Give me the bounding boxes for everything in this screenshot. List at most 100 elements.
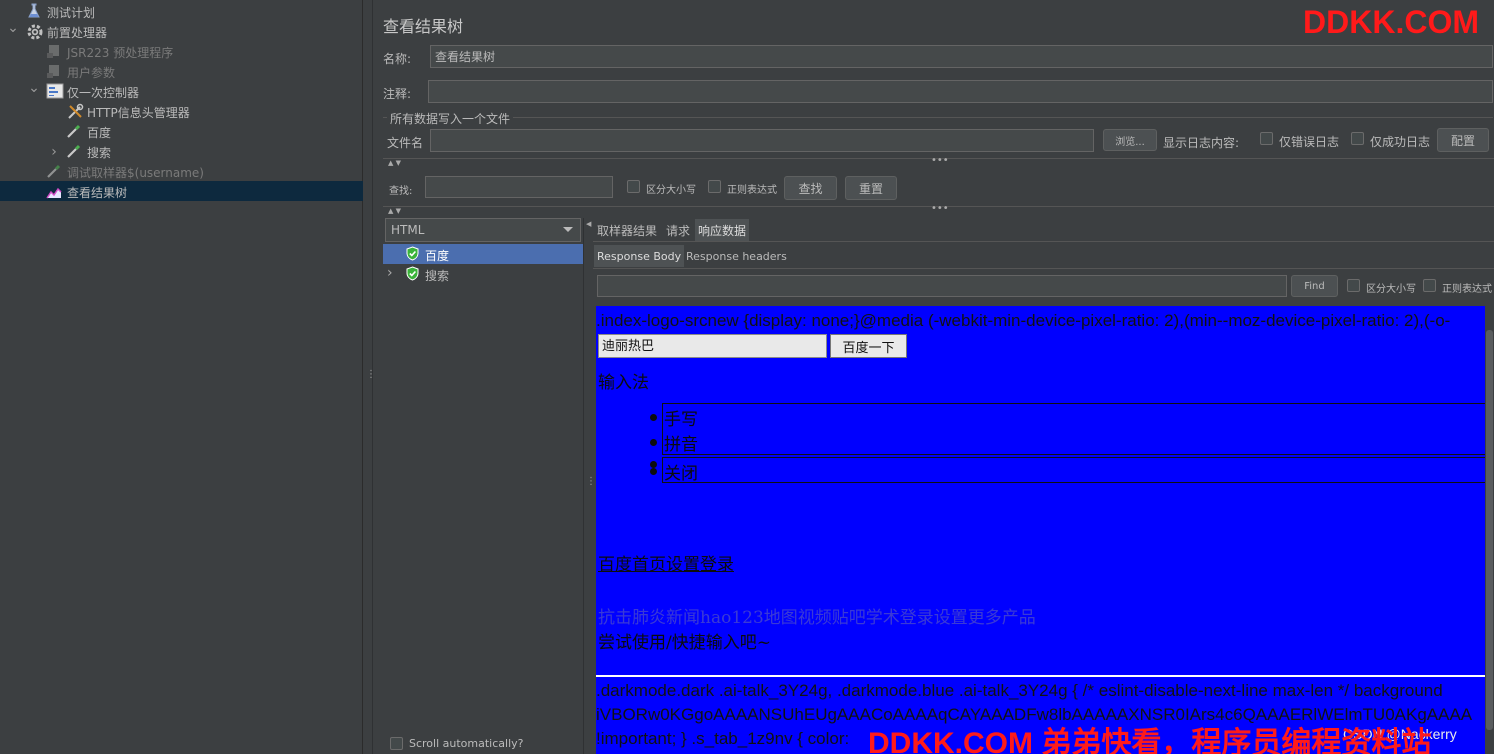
- collapse-arrows-icon[interactable]: ▲ ▼: [388, 207, 401, 215]
- response-regex-checkbox[interactable]: [1423, 279, 1436, 292]
- detail-tabs-divider: [593, 241, 1494, 242]
- main-splitter[interactable]: ⋮: [364, 0, 376, 754]
- panel-title: 查看结果树: [383, 17, 464, 36]
- pipette-icon: [46, 163, 64, 181]
- detail-tab[interactable]: 响应数据: [695, 219, 750, 241]
- search-case-checkbox[interactable]: [627, 180, 640, 193]
- sample-result-item[interactable]: › 搜索: [383, 264, 583, 284]
- tree-node[interactable]: 仅一次控制器: [46, 82, 139, 102]
- search-input[interactable]: [425, 176, 613, 198]
- tree-node-label: HTTP信息头管理器: [87, 105, 190, 120]
- watermark-top: DDKK.COM: [1303, 4, 1479, 40]
- tree-node[interactable]: 用户参数: [46, 62, 115, 82]
- name-input[interactable]: [430, 45, 1493, 68]
- baidu-search-button[interactable]: 百度一下: [830, 334, 907, 358]
- sample-result-item[interactable]: 百度: [383, 244, 583, 264]
- tree-node[interactable]: JSR223 预处理程序: [46, 42, 173, 62]
- script-icon: [46, 43, 64, 61]
- tree-node[interactable]: 测试计划: [26, 2, 95, 22]
- tree-node[interactable]: HTTP信息头管理器: [66, 102, 190, 122]
- detail-tab[interactable]: 请求: [663, 219, 693, 241]
- hint-text: 尝试使用/快捷输入吧~: [598, 633, 771, 653]
- baidu-search-button-label: 百度一下: [842, 339, 895, 355]
- ime-label: 输入法: [598, 373, 649, 393]
- controller-icon: [46, 83, 64, 101]
- search-regex-checkbox[interactable]: [708, 180, 721, 193]
- file-input[interactable]: [430, 129, 1094, 152]
- name-label: 名称:: [383, 52, 412, 66]
- response-case-label: 区分大小写: [1366, 284, 1416, 295]
- response-case-checkbox[interactable]: [1347, 279, 1360, 292]
- errors-only-checkbox[interactable]: [1260, 132, 1273, 145]
- tree-node[interactable]: 查看结果树: [46, 182, 127, 202]
- sample-result-label: 百度: [425, 249, 450, 263]
- scroll-auto-checkbox[interactable]: [390, 737, 403, 750]
- watermark-bottom: DDKK.COM 弟弟快看，程序员编程资料站: [868, 727, 1432, 754]
- ime-bullet: [650, 468, 657, 475]
- tree-node[interactable]: 搜索: [66, 142, 111, 162]
- response-scrollbar-thumb[interactable]: [1486, 330, 1493, 730]
- errors-only-label: 仅错误日志: [1279, 135, 1340, 149]
- search-case-label: 区分大小写: [646, 185, 696, 196]
- ime-option[interactable]: 关闭: [664, 459, 698, 484]
- success-only-checkbox[interactable]: [1351, 132, 1364, 145]
- tree-collapse-chevron-icon[interactable]: ⌄: [7, 20, 19, 36]
- splitter-middle[interactable]: ▲ ▼ •••: [383, 203, 1494, 216]
- renderer-select-value: HTML: [391, 223, 425, 237]
- ime-bullet: [650, 461, 657, 468]
- pipette-icon: [66, 143, 84, 161]
- success-shield-icon: [405, 246, 420, 261]
- comment-label: 注释:: [383, 87, 412, 101]
- script-icon: [46, 63, 64, 81]
- tree-collapse-chevron-icon[interactable]: ⌄: [28, 80, 40, 96]
- tree-node[interactable]: 百度: [66, 122, 111, 142]
- scroll-auto-label: Scroll automatically?: [409, 737, 524, 750]
- response-html-view: .index-logo-srcnew {display: none;}@medi…: [596, 306, 1485, 754]
- detail-tab[interactable]: 取样器结果: [594, 219, 660, 241]
- sample-result-label: 搜索: [425, 269, 450, 283]
- css-text-line: !important; } .s_tab_1z9nv { color:: [596, 729, 850, 748]
- log-content-label: 显示日志内容:: [1163, 136, 1240, 150]
- results-splitter-arrow: ◀: [586, 220, 592, 228]
- renderer-select[interactable]: HTML: [385, 218, 581, 242]
- response-subtab[interactable]: Response Body: [594, 245, 685, 267]
- horizontal-rule: [596, 675, 1485, 677]
- results-splitter[interactable]: ◀ ⋮: [583, 218, 596, 754]
- response-find-input[interactable]: [597, 275, 1287, 297]
- response-find-button[interactable]: Find: [1291, 275, 1338, 297]
- tree-expand-chevron-icon[interactable]: ›: [387, 265, 393, 281]
- file-label: 文件名: [387, 136, 424, 150]
- file-group-border: [383, 117, 1493, 118]
- search-regex-label: 正则表达式: [727, 185, 777, 196]
- tools-icon: [66, 103, 84, 121]
- tree-node[interactable]: 前置处理器: [26, 22, 107, 42]
- file-group-title: 所有数据写入一个文件: [387, 110, 514, 127]
- tree-node-label: 前置处理器: [47, 25, 108, 40]
- tree-node-label: 用户参数: [67, 65, 116, 80]
- splitter-grip-icon: •••: [931, 203, 949, 214]
- splitter-top[interactable]: ▲ ▼ •••: [383, 155, 1494, 168]
- tree-node[interactable]: 调试取样器$(username): [46, 162, 204, 182]
- ime-box-bottom: [662, 457, 1485, 483]
- tree-node-label: 调试取样器$(username): [67, 165, 204, 180]
- configure-button[interactable]: 配置: [1437, 128, 1489, 152]
- product-links[interactable]: 抗击肺炎新闻hao123地图视频贴吧学术登录设置更多产品: [598, 603, 1036, 628]
- response-subtab[interactable]: Response headers: [683, 245, 790, 267]
- browse-button[interactable]: 浏览...: [1103, 129, 1157, 151]
- nav-links[interactable]: 百度首页设置登录: [598, 550, 734, 575]
- reset-button[interactable]: 重置: [845, 176, 897, 200]
- search-label: 查找:: [389, 186, 413, 197]
- tree-node-label: 查看结果树: [67, 185, 128, 200]
- response-subtabs-divider: [593, 268, 1494, 269]
- find-button[interactable]: 查找: [784, 176, 837, 200]
- ime-box-top: [662, 403, 1485, 455]
- flask-icon: [26, 3, 44, 21]
- comment-input[interactable]: [428, 80, 1493, 103]
- ime-option[interactable]: 手写: [664, 405, 698, 430]
- baidu-search-value: 迪丽热巴: [602, 338, 655, 353]
- ime-option[interactable]: 拼音: [664, 430, 698, 455]
- collapse-arrows-icon[interactable]: ▲ ▼: [388, 159, 401, 167]
- tree-expand-chevron-icon[interactable]: ›: [48, 144, 60, 160]
- success-only-label: 仅成功日志: [1370, 135, 1431, 149]
- baidu-search-input[interactable]: 迪丽热巴: [598, 334, 827, 358]
